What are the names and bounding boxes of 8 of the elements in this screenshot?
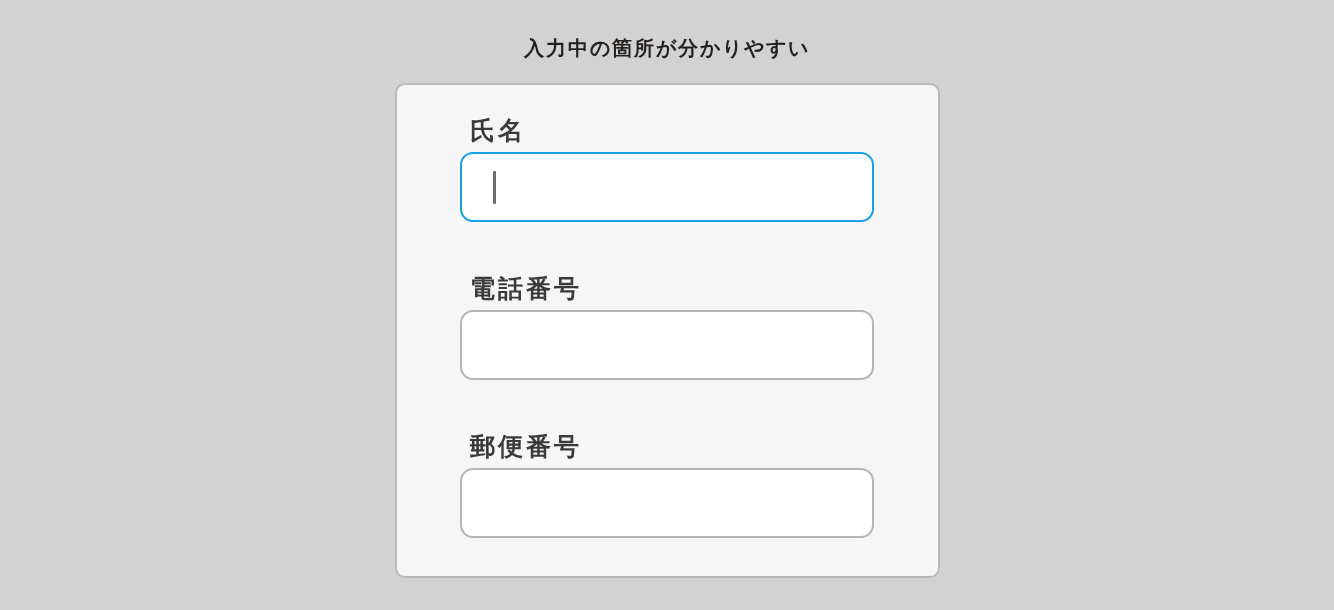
field-label: 郵便番号 bbox=[469, 432, 582, 462]
field-label: 電話番号 bbox=[469, 274, 582, 304]
input-field[interactable] bbox=[459, 310, 874, 380]
input-field[interactable] bbox=[459, 152, 874, 222]
field-label: 氏名 bbox=[469, 116, 526, 146]
input-field[interactable] bbox=[459, 468, 874, 538]
page-title: 入力中の箇所が分かりやすい bbox=[524, 36, 810, 60]
text-caret-icon bbox=[492, 170, 496, 204]
